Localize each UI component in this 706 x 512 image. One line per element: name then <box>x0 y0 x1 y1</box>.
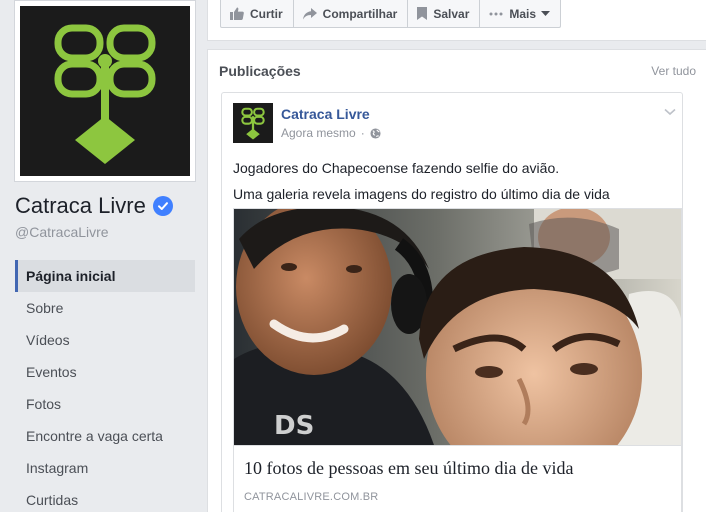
post-card: Catraca Livre Agora mesmo · Jogadores do… <box>221 92 683 512</box>
page-name[interactable]: Catraca Livre <box>15 193 173 219</box>
publications-heading: Publicações <box>219 63 301 79</box>
nav-item-about[interactable]: Sobre <box>15 292 195 324</box>
page-name-text: Catraca Livre <box>15 193 146 218</box>
post-timestamp[interactable]: Agora mesmo <box>281 126 356 140</box>
nav-item-likes[interactable]: Curtidas <box>15 484 195 512</box>
post-text: Jogadores do Chapecoense fazendo selfie … <box>233 155 673 207</box>
post-options-chevron-icon[interactable] <box>664 103 676 121</box>
globe-icon[interactable] <box>370 127 381 139</box>
catraca-logo <box>20 6 190 176</box>
publications-section: Publicações Ver tudo Catraca Livre Agora… <box>207 49 706 512</box>
post-meta: Agora mesmo · <box>281 126 381 140</box>
nav-item-instagram[interactable]: Instagram <box>15 452 195 484</box>
like-label: Curtir <box>250 6 283 21</box>
more-button[interactable]: Mais <box>480 0 560 27</box>
page-handle[interactable]: @CatracaLivre <box>15 224 109 240</box>
caret-down-icon <box>541 11 551 16</box>
svg-text:DS: DS <box>274 411 314 441</box>
nav-item-jobs[interactable]: Encontre a vaga certa <box>15 420 195 452</box>
see-all-link[interactable]: Ver tudo <box>651 64 696 78</box>
page-nav: Página inicial Sobre Vídeos Eventos Foto… <box>15 260 195 512</box>
profile-picture[interactable] <box>14 0 196 182</box>
link-preview-card[interactable]: DS 10 fotos de pessoas em seu último dia… <box>233 208 682 512</box>
post-author-name[interactable]: Catraca Livre <box>281 106 370 122</box>
nav-item-photos[interactable]: Fotos <box>15 388 195 420</box>
share-button[interactable]: Compartilhar <box>294 0 409 27</box>
tree-logo-icon <box>54 24 156 164</box>
save-label: Salvar <box>433 6 470 21</box>
link-domain: CATRACALIVRE.COM.BR <box>244 491 379 503</box>
thumbs-up-icon <box>230 7 244 20</box>
nav-item-events[interactable]: Eventos <box>15 356 195 388</box>
tree-logo-icon <box>241 107 265 140</box>
bookmark-icon <box>417 7 428 20</box>
link-preview-body: 10 fotos de pessoas em seu último dia de… <box>234 445 681 512</box>
link-title[interactable]: 10 fotos de pessoas em seu último dia de… <box>244 458 573 479</box>
more-label: Mais <box>509 6 537 21</box>
action-button-group: Curtir Compartilhar Salvar Mais <box>220 0 562 28</box>
post-text-line: Uma galeria revela imagens do registro d… <box>233 186 610 202</box>
share-arrow-icon <box>302 7 317 19</box>
like-button[interactable]: Curtir <box>221 0 294 27</box>
more-dots-icon <box>489 12 503 15</box>
save-button[interactable]: Salvar <box>408 0 481 27</box>
post-author-avatar[interactable] <box>233 103 273 143</box>
share-label: Compartilhar <box>322 6 398 21</box>
post-text-line: Jogadores do Chapecoense fazendo selfie … <box>233 160 560 176</box>
link-preview-image: DS <box>234 209 681 445</box>
nav-item-videos[interactable]: Vídeos <box>15 324 195 356</box>
nav-item-home[interactable]: Página inicial <box>15 260 195 292</box>
page-action-bar: Curtir Compartilhar Salvar Mais <box>207 0 706 41</box>
verified-check-icon <box>152 196 173 216</box>
meta-separator: · <box>360 126 365 140</box>
